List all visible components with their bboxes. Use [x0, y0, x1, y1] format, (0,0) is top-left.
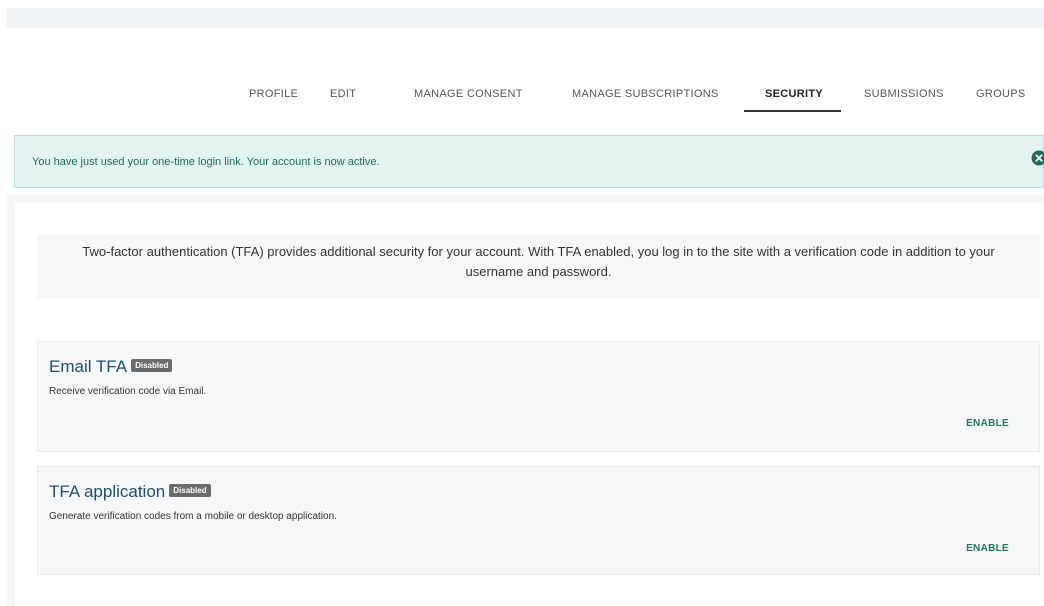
tfa-method-email: Email TFA Disabled Receive verification c… — [37, 341, 1040, 452]
enable-email-tfa-link[interactable]: ENABLE — [966, 418, 1009, 429]
status-badge: Disabled — [131, 359, 173, 373]
tab-groups[interactable]: GROUPS — [976, 76, 1025, 112]
tfa-method-title: TFA application Disabled — [49, 482, 211, 502]
tab-profile[interactable]: PROFILE — [249, 76, 298, 112]
status-message-text: You have just used your one-time login l… — [32, 156, 380, 168]
status-badge: Disabled — [169, 484, 211, 498]
tfa-method-description: Generate verification codes from a mobil… — [49, 511, 337, 522]
top-bar — [7, 8, 1044, 28]
tfa-method-title-text: TFA application — [49, 482, 166, 501]
tab-manage-subscriptions[interactable]: MANAGE SUBSCRIPTIONS — [572, 76, 719, 112]
tfa-intro: Two-factor authentication (TFA) provides… — [37, 234, 1040, 298]
tab-submissions[interactable]: SUBMISSIONS — [864, 76, 944, 112]
tab-security[interactable]: SECURITY — [765, 76, 823, 112]
tab-edit[interactable]: EDIT — [330, 76, 356, 112]
tfa-intro-text: Two-factor authentication (TFA) provides… — [82, 244, 995, 279]
active-tab-indicator — [744, 110, 841, 112]
status-message: You have just used your one-time login l… — [14, 135, 1044, 188]
close-circle-icon[interactable] — [1031, 150, 1044, 166]
enable-tfa-application-link[interactable]: ENABLE — [966, 543, 1009, 554]
tfa-method-application: TFA application Disabled Generate verific… — [37, 466, 1040, 575]
account-tabs: PROFILE EDIT MANAGE CONSENT MANAGE SUBSC… — [0, 76, 1044, 114]
tfa-method-description: Receive verification code via Email. — [49, 386, 207, 397]
tfa-method-title-text: Email TFA — [49, 357, 128, 376]
tfa-method-title: Email TFA Disabled — [49, 357, 173, 377]
tab-manage-consent[interactable]: MANAGE CONSENT — [414, 76, 523, 112]
